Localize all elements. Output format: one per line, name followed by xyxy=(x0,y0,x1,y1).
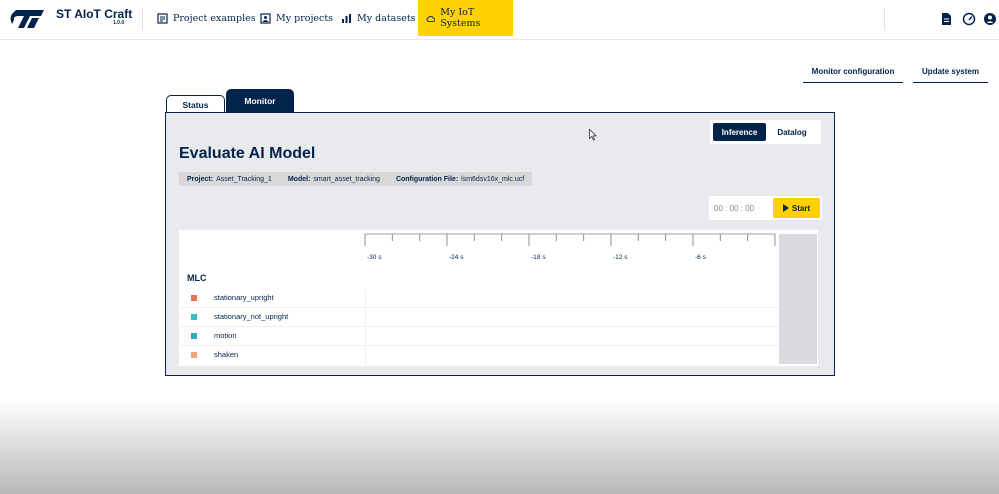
app-brand: ST AIoT Craft xyxy=(56,7,133,21)
mouse-pointer-icon xyxy=(589,129,597,141)
st-logo[interactable] xyxy=(10,8,46,30)
datalog-toggle-button[interactable]: Datalog xyxy=(766,123,818,141)
timer-box: 00 : 00 : 00 Start xyxy=(709,196,822,220)
nav-my-projects[interactable]: My projects xyxy=(260,0,333,36)
nav-label: My IoT Systems xyxy=(440,7,481,29)
nav-label: My projects xyxy=(276,12,334,24)
timeline-chart: -30 s -24 s -18 s -12 s -6 s MLC station… xyxy=(179,230,818,366)
monitor-configuration-button[interactable]: Monitor configuration xyxy=(803,67,903,83)
nav-label: My datasets xyxy=(357,12,416,24)
my-projects-icon xyxy=(260,12,271,24)
project-value: Asset_Tracking_1 xyxy=(216,175,272,183)
start-label: Start xyxy=(791,203,811,213)
nav-my-iot-systems[interactable]: My IoT Systems xyxy=(418,0,513,36)
cloud-icon xyxy=(426,15,436,22)
nav-divider xyxy=(142,8,143,30)
tab-monitor[interactable]: Monitor xyxy=(226,89,294,113)
timeline-axis xyxy=(364,233,776,246)
my-datasets-icon xyxy=(342,13,351,23)
model-label: Model: xyxy=(287,175,311,183)
app-version: 1.0.0 xyxy=(113,20,125,26)
timeline-side-panel xyxy=(779,234,817,364)
class-color-swatch xyxy=(191,295,197,301)
row-divider xyxy=(365,327,366,346)
bottom-fade xyxy=(0,400,999,494)
class-label: stationary_upright xyxy=(214,293,274,302)
nav-label: Project examples xyxy=(173,12,256,24)
class-row: stationary_not_upright xyxy=(179,308,779,327)
tab-status[interactable]: Status xyxy=(166,95,225,113)
tick-marks xyxy=(364,234,776,246)
row-divider xyxy=(365,308,366,327)
class-row: motion xyxy=(179,327,779,346)
nav-divider xyxy=(884,8,885,30)
row-divider xyxy=(365,346,366,365)
model-info-bar: Project: Asset_Tracking_1 Model: smart_a… xyxy=(179,172,533,186)
row-divider xyxy=(365,289,366,308)
mlc-section-title: MLC xyxy=(187,273,207,283)
tick-label: -18 s xyxy=(531,254,546,261)
class-color-swatch xyxy=(191,352,197,358)
nav-project-examples[interactable]: Project examples xyxy=(157,0,256,36)
class-color-swatch xyxy=(191,314,197,320)
update-system-button[interactable]: Update system xyxy=(913,67,988,83)
play-icon xyxy=(782,204,789,212)
tick-label: -30 s xyxy=(367,254,382,261)
tick-label: -12 s xyxy=(613,254,628,261)
class-label: motion xyxy=(214,331,237,340)
config-file-label: Configuration File: xyxy=(395,175,459,183)
nav-my-datasets[interactable]: My datasets xyxy=(341,0,416,36)
class-label: shaken xyxy=(214,350,239,359)
mode-toggle: Inference Datalog xyxy=(710,120,821,144)
class-label: stationary_not_upright xyxy=(214,312,289,321)
tick-label: -6 s xyxy=(695,254,706,261)
model-value: smart_asset_tracking xyxy=(313,175,380,183)
class-row: stationary_upright xyxy=(179,289,779,308)
page-title: Evaluate AI Model xyxy=(179,145,316,162)
monitor-panel: Inference Datalog Evaluate AI Model Proj… xyxy=(165,112,835,376)
tick-label: -24 s xyxy=(449,254,464,261)
dashboard-gauge-icon[interactable] xyxy=(962,12,976,26)
top-navbar: ST AIoT Craft 1.0.0 Project examples My … xyxy=(0,0,999,40)
class-color-swatch xyxy=(191,333,197,339)
user-account-icon[interactable] xyxy=(983,12,997,26)
class-row: shaken xyxy=(179,346,779,365)
document-icon[interactable] xyxy=(939,12,953,26)
timer-display: 00 : 00 : 00 xyxy=(714,203,755,213)
project-label: Project: xyxy=(187,175,214,183)
project-examples-icon xyxy=(157,12,168,24)
inference-toggle-button[interactable]: Inference xyxy=(713,123,766,141)
config-file-value: lsm6dsv16x_mlc.ucf xyxy=(461,175,525,183)
start-button[interactable]: Start xyxy=(773,198,820,218)
